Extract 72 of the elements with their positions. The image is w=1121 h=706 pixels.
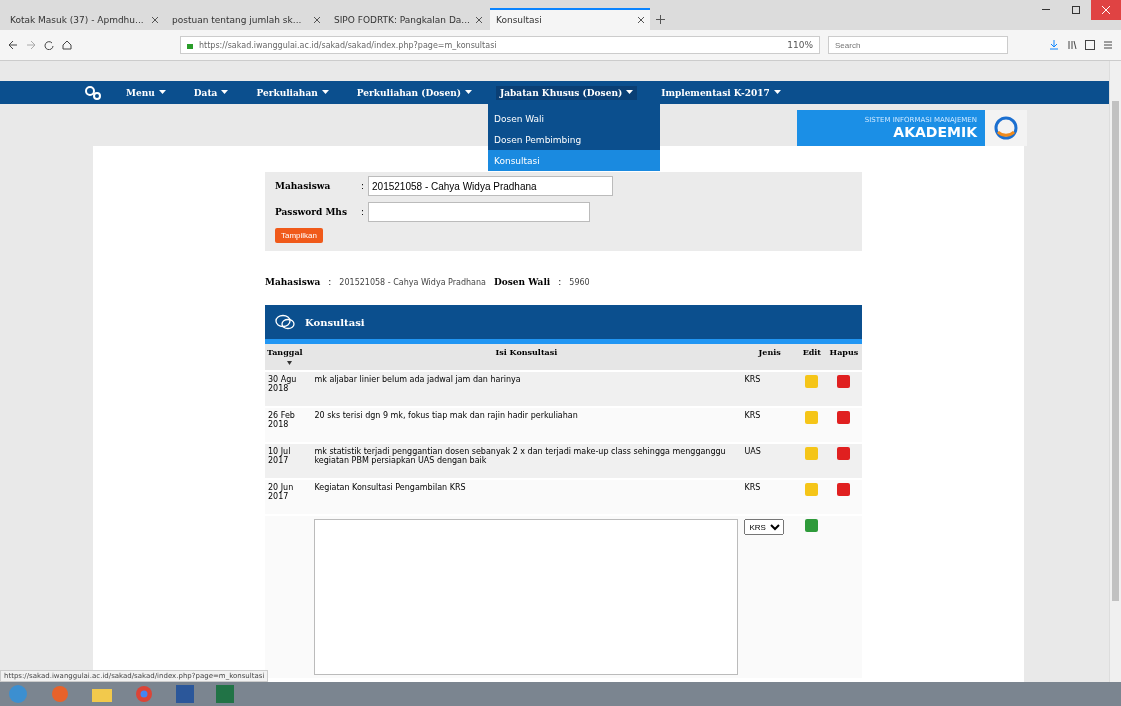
chevron-down-icon [773, 90, 781, 95]
close-icon[interactable] [638, 17, 644, 23]
info-label: Dosen Wali [494, 277, 551, 287]
info-value: 201521058 - Cahya Widya Pradhana [339, 277, 486, 287]
info-value: 5960 [569, 277, 590, 287]
scrollbar[interactable] [1109, 61, 1121, 682]
table-cell: Kegiatan Konsultasi Pengambilan KRS [314, 483, 466, 492]
dropdown-item[interactable]: Dosen Wali [488, 108, 660, 129]
folder-icon[interactable] [92, 686, 112, 702]
plus-icon[interactable] [656, 15, 665, 24]
nav-menu-item[interactable]: Perkuliahan [252, 85, 333, 100]
nav-menu-item[interactable]: Perkuliahan (Dosen) [352, 85, 476, 100]
start-icon[interactable] [8, 684, 28, 704]
download-icon[interactable] [1049, 40, 1059, 50]
menu-icon[interactable] [1103, 40, 1113, 50]
nav-menu-item[interactable]: Data [189, 85, 233, 100]
table-cell: mk aljabar linier belum ada jadwal jam dan harinya [314, 375, 521, 384]
nav-menu-item[interactable]: Implementasi K-2017 [657, 85, 785, 100]
nav-menu-item[interactable]: Menu [122, 85, 170, 100]
logo-icon [994, 116, 1018, 140]
browser-tab[interactable]: Konsultasi [490, 8, 650, 30]
input-field[interactable] [368, 202, 591, 222]
zoom-level[interactable]: 110% [787, 40, 813, 50]
table-cell: 20 sks terisi dgn 9 mk, fokus tiap mak dan rajin hadir perkuliahan [314, 411, 578, 420]
url-field[interactable]: https://sakad.iwanggulai.ac.id/sakad/sakad/index.php?page=m_konsultasi 110% [180, 36, 820, 54]
input-field[interactable]: 201521058 - Cahya Widya Pradhana [368, 176, 614, 196]
chevron-down-icon [464, 90, 472, 95]
close-icon[interactable] [476, 17, 482, 23]
logo-title: AKADEMIK [893, 124, 977, 140]
dropdown-item[interactable]: Dosen Pembimbing [488, 129, 660, 150]
home-icon[interactable] [62, 40, 72, 50]
table-cell: KRS [744, 411, 761, 420]
gear-icon [84, 84, 102, 101]
chat-bubbles-icon [275, 314, 295, 330]
column-header: Jenis [758, 347, 781, 357]
table-cell: 10 Jul 2017 [268, 447, 291, 465]
table-cell: KRS [744, 375, 761, 384]
info-label: Mahasiswa [265, 277, 321, 287]
chevron-down-icon [321, 90, 329, 95]
colon: : [328, 277, 332, 287]
reload-icon[interactable] [44, 40, 54, 50]
card-title: Konsultasi [305, 316, 365, 328]
colon: : [361, 207, 365, 217]
column-header: Edit [802, 347, 822, 357]
minimize-icon[interactable] [1042, 9, 1050, 11]
field-label: Mahasiswa [275, 181, 332, 191]
field-label: Password Mhs [275, 207, 348, 217]
table-cell: 26 Feb 2018 [268, 411, 295, 429]
table-cell: mk statistik terjadi penggantian dosen sebanyak 2 x dan terjadi make-up class sehingga mengganggu kegiatan PBM persiapkan UAS dengan baik [314, 447, 726, 465]
sidebar-icon[interactable] [1085, 40, 1095, 50]
maximize-icon[interactable] [1072, 6, 1080, 14]
type-select[interactable]: KRS [744, 519, 785, 535]
chevron-down-icon [626, 90, 634, 95]
column-header: Hapus [829, 347, 859, 357]
table-cell: 30 Agu 2018 [268, 375, 297, 393]
table-cell: 20 Jun 2017 [268, 483, 294, 501]
column-header: Isi Konsultasi [495, 347, 558, 357]
library-icon[interactable] [1067, 40, 1077, 50]
nav-menu-item[interactable]: Jabatan Khusus (Dosen) [495, 85, 638, 100]
colon: : [361, 181, 365, 191]
dropdown-item[interactable]: Konsultasi [488, 150, 660, 171]
chevron-down-icon [158, 90, 166, 95]
sort-icon[interactable] [287, 361, 292, 365]
forward-icon[interactable] [26, 40, 36, 50]
table-cell: KRS [744, 483, 761, 492]
back-icon[interactable] [8, 40, 18, 50]
colon: : [558, 277, 562, 287]
search-field[interactable]: Search [828, 36, 1008, 54]
close-icon[interactable] [152, 17, 158, 23]
close-icon[interactable] [314, 17, 320, 23]
table-cell: UAS [744, 447, 761, 456]
chevron-down-icon [221, 90, 229, 95]
